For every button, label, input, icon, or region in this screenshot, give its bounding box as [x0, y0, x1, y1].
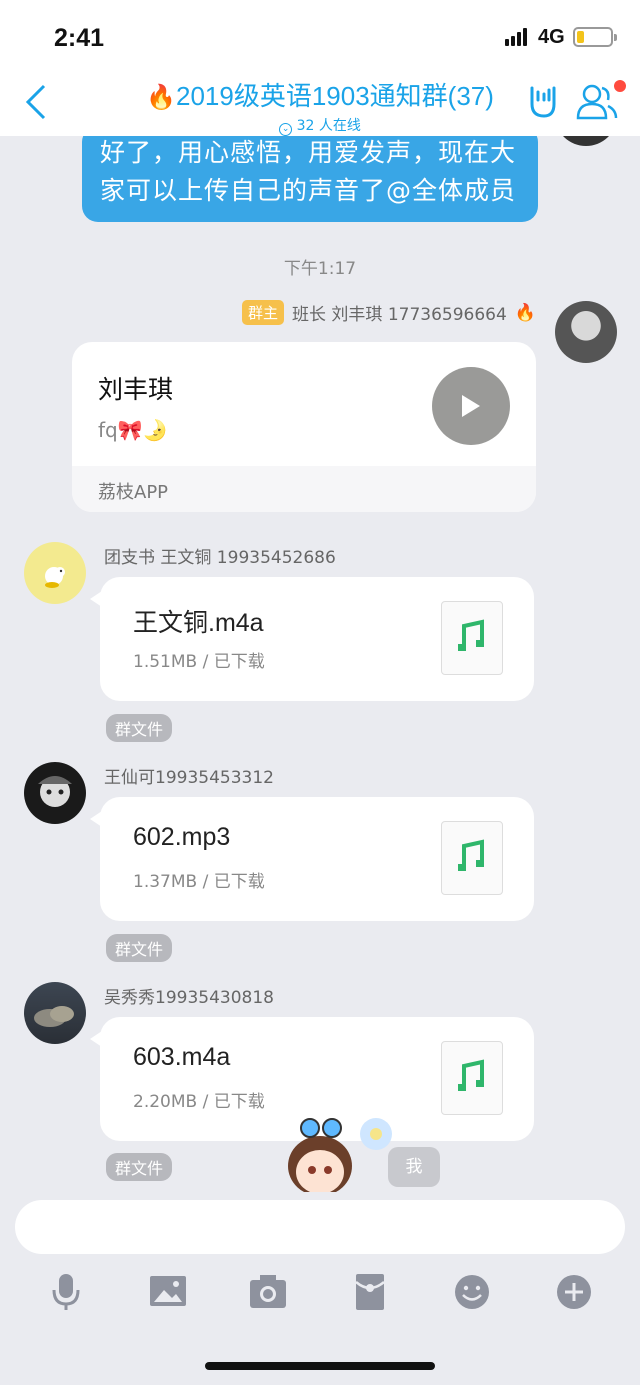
owner-badge: 群主 [242, 300, 285, 325]
play-icon[interactable] [432, 367, 510, 445]
group-file-tag: 群文件 [106, 934, 173, 962]
nav-bar: 🔥2019级英语1903通知群(37) ⌄ 32 人在线 [0, 74, 640, 136]
music-note-icon [441, 821, 503, 895]
group-members-icon[interactable] [574, 80, 618, 124]
chat-messages[interactable]: 好了，用心感悟，用爱发声，现在大家可以上传自己的声音了@全体成员 下午1:17 … [0, 136, 640, 1194]
me-chip: 我 [388, 1147, 440, 1187]
message-sender: 团支书 王文铜 19935452686 [104, 548, 336, 568]
avatar[interactable] [24, 762, 86, 824]
avatar[interactable] [555, 301, 617, 363]
music-note-icon [441, 601, 503, 675]
message-input[interactable] [15, 1200, 625, 1254]
emoji-icon[interactable] [450, 1272, 494, 1312]
music-title: 刘丰琪 [98, 375, 174, 404]
file-meta: 1.51MB / 已下载 [133, 652, 265, 672]
group-name: 2019级英语1903通知群(37) [175, 81, 494, 111]
message-sender: 群主 班长 刘丰琪 17736596664 🔥 [242, 300, 536, 325]
camera-icon[interactable] [246, 1272, 290, 1312]
group-file-tag: 群文件 [106, 714, 173, 742]
message-timestamp: 下午1:17 [283, 259, 357, 279]
file-card[interactable]: 602.mp3 1.37MB / 已下载 [90, 797, 534, 921]
avatar[interactable] [556, 136, 616, 146]
message-sender: 吴秀秀19935430818 [104, 988, 274, 1008]
file-meta: 1.37MB / 已下载 [133, 872, 265, 892]
red-packet-icon[interactable] [348, 1272, 392, 1312]
file-name: 602.mp3 [133, 823, 231, 851]
avatar[interactable] [24, 982, 86, 1044]
notification-dot [614, 80, 626, 92]
input-area [0, 1194, 640, 1385]
online-count-label: 32 人在线 [296, 118, 361, 134]
battery-icon [573, 27, 617, 47]
fire-icon: 🔥 [146, 84, 176, 111]
music-source: 荔枝APP [72, 466, 536, 512]
status-time: 2:41 [54, 24, 105, 52]
network-type: 4G [538, 26, 565, 48]
rock-hand-icon[interactable] [524, 82, 562, 122]
avatar[interactable] [24, 542, 86, 604]
status-bar: 2:41 4G [0, 0, 640, 74]
file-name: 603.m4a [133, 1043, 231, 1071]
home-indicator[interactable] [205, 1362, 435, 1370]
group-file-tag: 群文件 [106, 1153, 173, 1181]
message-bubble-self[interactable]: 好了，用心感悟，用爱发声，现在大家可以上传自己的声音了@全体成员 [82, 136, 538, 222]
fire-icon: 🔥 [514, 302, 536, 323]
input-toolbar [0, 1272, 640, 1316]
file-meta: 2.20MB / 已下载 [133, 1092, 265, 1112]
sender-name: 班长 刘丰琪 17736596664 [292, 305, 507, 325]
file-name: 王文铜.m4a [133, 609, 264, 637]
music-share-card[interactable]: 刘丰琪 fq🎀🌛 荔枝APP [72, 342, 536, 512]
message-sender: 王仙可19935453312 [104, 768, 274, 788]
file-card[interactable]: 王文铜.m4a 1.51MB / 已下载 [90, 577, 534, 701]
chevron-down-icon: ⌄ [279, 123, 293, 136]
music-note-icon [441, 1041, 503, 1115]
plus-icon[interactable] [552, 1272, 596, 1312]
music-subtitle: fq🎀🌛 [98, 418, 168, 442]
image-icon[interactable] [146, 1272, 190, 1312]
microphone-icon[interactable] [44, 1272, 88, 1312]
signal-icon [505, 28, 527, 46]
